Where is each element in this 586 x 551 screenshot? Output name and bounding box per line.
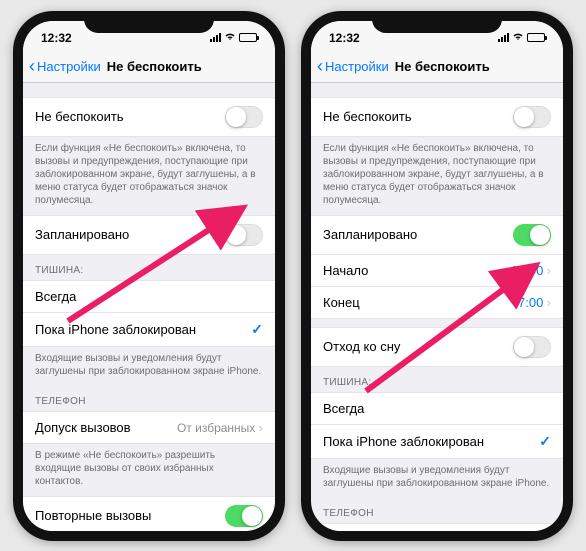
dnd-toggle[interactable] (225, 106, 263, 128)
wifi-icon (224, 32, 236, 44)
always-label: Всегда (35, 289, 76, 304)
screen: 12:32 ‹ Настройки Не беспокоить Не беспо… (311, 21, 563, 531)
silence-footer: Входящие вызовы и уведомления будут загл… (311, 459, 563, 498)
cell-dnd[interactable]: Не беспокоить (311, 97, 563, 137)
repeated-toggle[interactable] (225, 505, 263, 527)
cell-scheduled[interactable]: Запланировано (23, 215, 275, 255)
signal-icon (210, 33, 221, 42)
locked-label: Пока iPhone заблокирован (35, 322, 196, 337)
checkmark-icon: ✓ (251, 321, 263, 338)
phone-header: ТЕЛЕФОН (23, 386, 275, 411)
cell-start[interactable]: Начало 17:00 › (311, 255, 563, 287)
status-time: 12:32 (41, 31, 91, 45)
silence-header: ТИШИНА: (311, 367, 563, 392)
phone-header: ТЕЛЕФОН (311, 498, 563, 523)
notch (84, 11, 214, 33)
allow-footer: В режиме «Не беспокоить» разрешить входя… (23, 444, 275, 496)
cell-dnd[interactable]: Не беспокоить (23, 97, 275, 137)
cell-always[interactable]: Всегда (23, 280, 275, 313)
bedtime-label: Отход ко сну (323, 339, 400, 354)
cell-always[interactable]: Всегда (311, 392, 563, 425)
nav-bar: ‹ Настройки Не беспокоить (23, 51, 275, 83)
nav-bar: ‹ Настройки Не беспокоить (311, 51, 563, 83)
chevron-right-icon: › (547, 263, 551, 278)
settings-list[interactable]: Не беспокоить Если функция «Не беспокоит… (23, 83, 275, 531)
allow-value: От избранных (177, 421, 255, 435)
scheduled-label: Запланировано (323, 227, 417, 242)
end-value: 7:00 (518, 295, 543, 310)
silence-header: ТИШИНА: (23, 255, 275, 280)
nav-title: Не беспокоить (395, 59, 490, 74)
dnd-label: Не беспокоить (35, 109, 124, 124)
status-indicators (485, 32, 545, 44)
cell-allow[interactable]: Допуск вызовов От избранных › (311, 523, 563, 531)
checkmark-icon: ✓ (539, 433, 551, 450)
back-button[interactable]: Настройки (37, 59, 101, 74)
start-label: Начало (323, 263, 368, 278)
cell-locked[interactable]: Пока iPhone заблокирован ✓ (311, 425, 563, 459)
scheduled-toggle[interactable] (225, 224, 263, 246)
dnd-footer: Если функция «Не беспокоить» включена, т… (23, 137, 275, 215)
cell-locked[interactable]: Пока iPhone заблокирован ✓ (23, 313, 275, 347)
battery-icon (239, 33, 257, 42)
back-button[interactable]: Настройки (325, 59, 389, 74)
nav-title: Не беспокоить (107, 59, 202, 74)
scheduled-toggle[interactable] (513, 224, 551, 246)
cell-repeated[interactable]: Повторные вызовы (23, 496, 275, 531)
cell-allow[interactable]: Допуск вызовов От избранных › (23, 411, 275, 444)
status-time: 12:32 (329, 31, 379, 45)
wifi-icon (512, 32, 524, 44)
start-value: 17:00 (511, 263, 544, 278)
status-indicators (197, 32, 257, 44)
signal-icon (498, 33, 509, 42)
battery-icon (527, 33, 545, 42)
end-label: Конец (323, 295, 360, 310)
settings-list[interactable]: Не беспокоить Если функция «Не беспокоит… (311, 83, 563, 531)
phone-right: 12:32 ‹ Настройки Не беспокоить Не беспо… (301, 11, 573, 541)
locked-label: Пока iPhone заблокирован (323, 434, 484, 449)
notch (372, 11, 502, 33)
chevron-right-icon: › (259, 420, 263, 435)
scheduled-label: Запланировано (35, 227, 129, 242)
silence-footer: Входящие вызовы и уведомления будут загл… (23, 347, 275, 386)
repeated-label: Повторные вызовы (35, 508, 151, 523)
screen: 12:32 ‹ Настройки Не беспокоить Не беспо… (23, 21, 275, 531)
always-label: Всегда (323, 401, 364, 416)
dnd-footer: Если функция «Не беспокоить» включена, т… (311, 137, 563, 215)
bedtime-toggle[interactable] (513, 336, 551, 358)
allow-label: Допуск вызовов (35, 420, 131, 435)
back-icon[interactable]: ‹ (29, 56, 35, 77)
back-icon[interactable]: ‹ (317, 56, 323, 77)
dnd-label: Не беспокоить (323, 109, 412, 124)
phone-left: 12:32 ‹ Настройки Не беспокоить Не беспо… (13, 11, 285, 541)
dnd-toggle[interactable] (513, 106, 551, 128)
cell-bedtime[interactable]: Отход ко сну (311, 327, 563, 367)
chevron-right-icon: › (547, 295, 551, 310)
cell-scheduled[interactable]: Запланировано (311, 215, 563, 255)
cell-end[interactable]: Конец 7:00 › (311, 287, 563, 319)
